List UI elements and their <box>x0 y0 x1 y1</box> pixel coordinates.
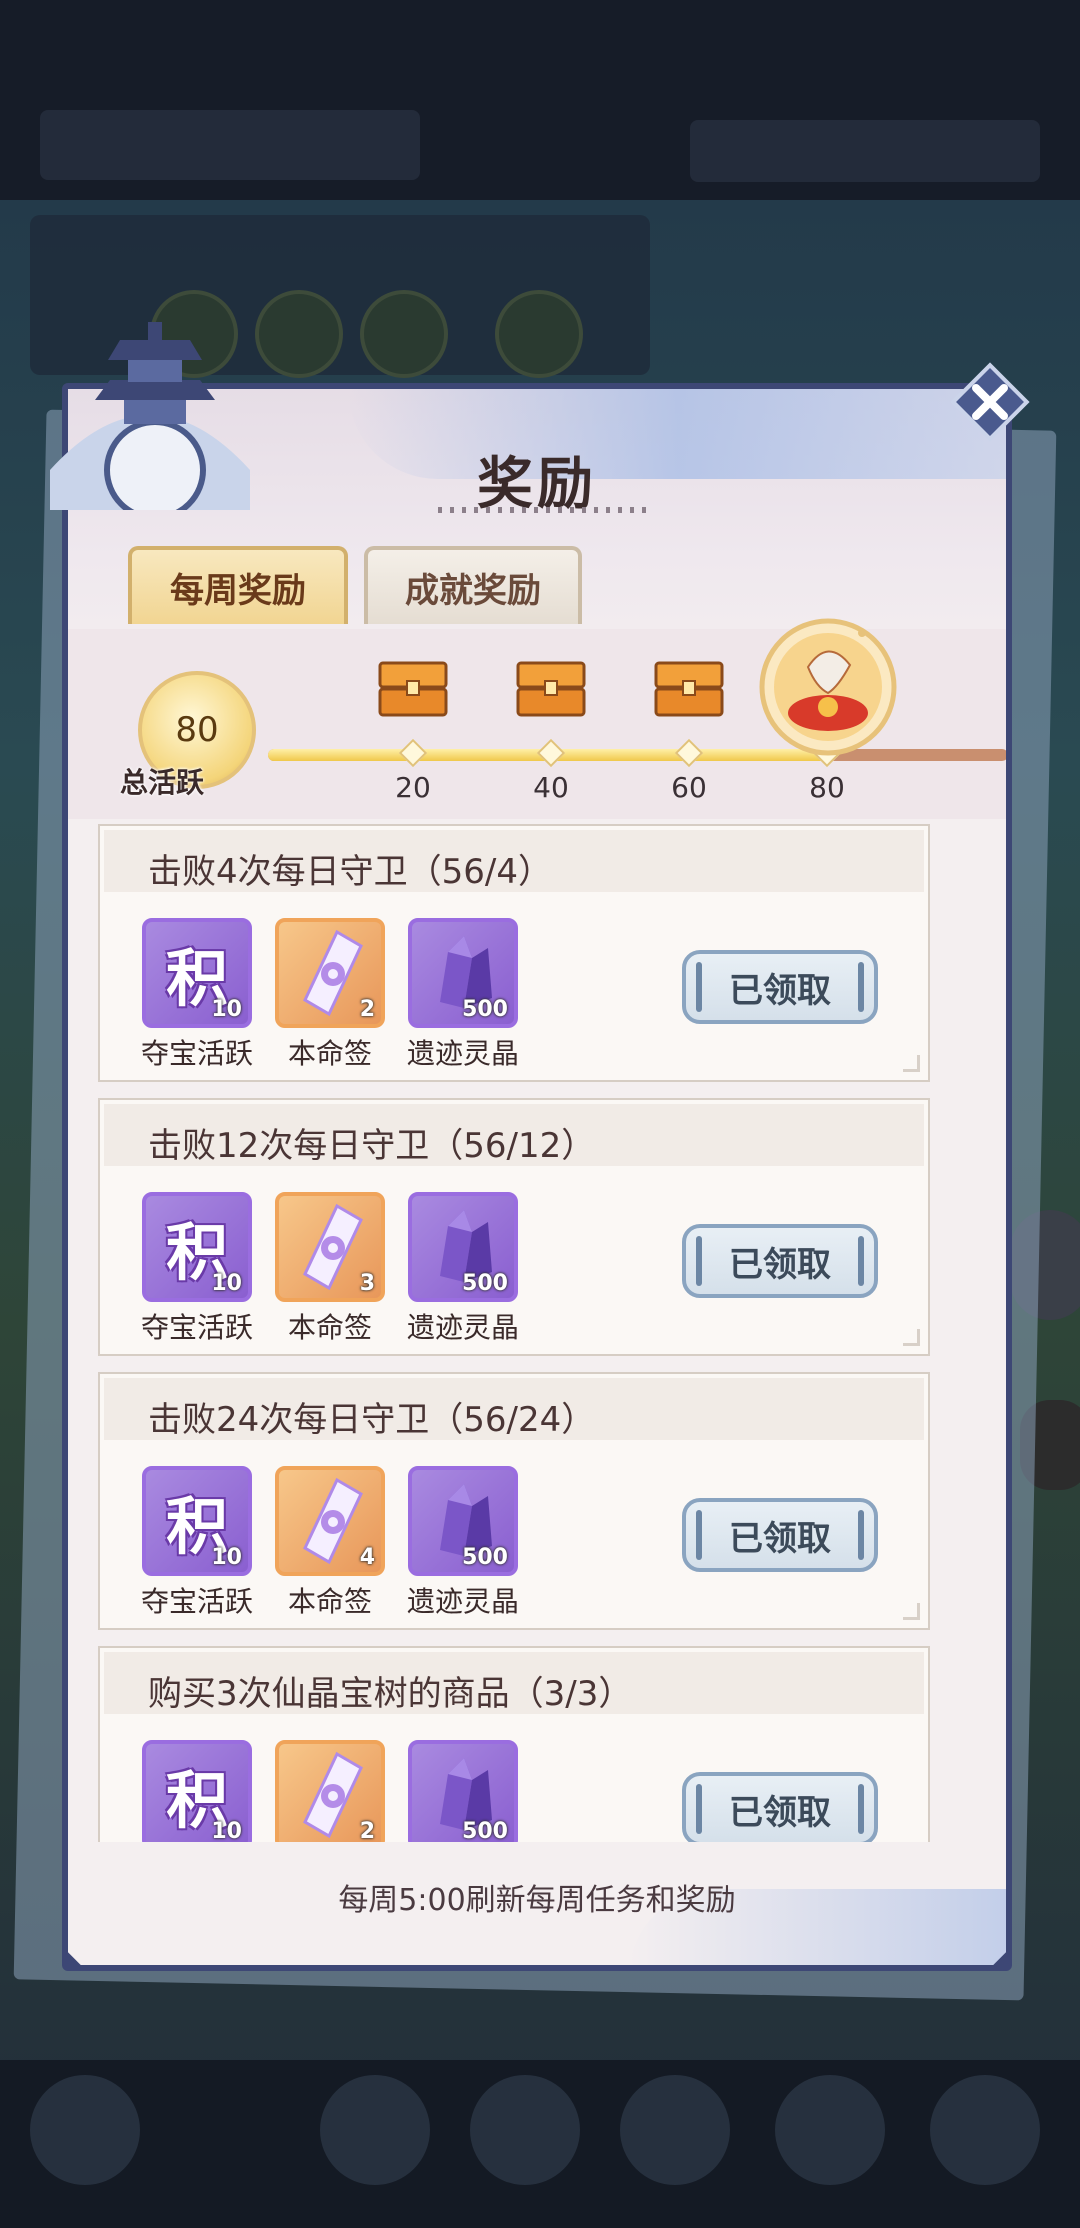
reward-name: 遗迹灵晶 <box>406 1585 519 1618</box>
claimed-button-label: 已领取 <box>729 1518 831 1559</box>
points-icon[interactable]: 积 10 <box>142 1192 252 1302</box>
reward-quantity: 500 <box>462 1545 508 1570</box>
points-icon[interactable]: 积 10 <box>142 918 252 1028</box>
background-check-icon <box>255 290 343 378</box>
reward-name: 本命签 <box>287 1311 372 1344</box>
claimed-button[interactable]: 已领取 <box>682 1772 878 1842</box>
reward-quantity: 4 <box>359 1545 375 1570</box>
reward-name: 本命签 <box>287 1037 372 1070</box>
tab-weekly-rewards[interactable]: 每周奖励 <box>128 546 348 624</box>
claimed-button[interactable]: 已领取 <box>682 950 878 1024</box>
close-icon[interactable] <box>950 362 1030 442</box>
background-check-icon <box>360 290 448 378</box>
task-title: 购买3次仙晶宝树的商品（3/3） <box>148 1674 633 1714</box>
talisman-icon[interactable]: 2 <box>275 918 385 1028</box>
reward-quantity: 500 <box>462 1271 508 1296</box>
background-event-title <box>40 110 420 180</box>
grand-reward-icon[interactable] <box>758 617 898 757</box>
total-activity-value: 80 <box>175 710 219 750</box>
crystal-icon[interactable]: 500 <box>408 1192 518 1302</box>
task-header: 购买3次仙晶宝树的商品（3/3） <box>104 1652 924 1714</box>
reward-name: 遗迹灵晶 <box>406 1311 519 1344</box>
chest-icon[interactable] <box>378 659 448 719</box>
reward-quantity: 2 <box>359 1819 375 1842</box>
reward-name: 遗迹灵晶 <box>406 1037 519 1070</box>
milestone-label: 20 <box>395 771 431 804</box>
milestone-label: 60 <box>671 771 707 804</box>
task-card: 击败4次每日守卫（56/4） 积 10 夺宝活跃 2 本命签 500 遗迹灵晶 已领取 <box>98 824 930 1082</box>
background-status-panel <box>690 120 1040 182</box>
tab-achievement-rewards[interactable]: 成就奖励 <box>364 546 582 624</box>
task-title: 击败4次每日守卫（56/4） <box>148 852 552 892</box>
crystal-icon[interactable]: 500 <box>408 1740 518 1842</box>
card-corner-ornament <box>903 1603 920 1620</box>
reward-quantity: 3 <box>359 1271 375 1296</box>
reward-name: 夺宝活跃 <box>140 1037 253 1070</box>
reward-quantity: 10 <box>211 1271 242 1296</box>
task-card: 击败24次每日守卫（56/24） 积 10 夺宝活跃 4 本命签 500 遗迹灵晶 已领取 <box>98 1372 930 1630</box>
task-header: 击败24次每日守卫（56/24） <box>104 1378 924 1440</box>
background-nav-icon <box>930 2075 1040 2185</box>
claimed-button-label: 已领取 <box>729 1792 831 1833</box>
milestone-label: 80 <box>809 771 845 804</box>
background-back-icon <box>30 2075 140 2185</box>
background-nav-icon <box>620 2075 730 2185</box>
claimed-button-label: 已领取 <box>729 1244 831 1285</box>
reward-quantity: 10 <box>211 997 242 1022</box>
background-nav-icon <box>470 2075 580 2185</box>
card-corner-ornament <box>903 1055 920 1072</box>
reward-quantity: 10 <box>211 1545 242 1570</box>
chest-icon[interactable] <box>654 659 724 719</box>
task-list[interactable]: 击败4次每日守卫（56/4）积 10 夺宝活跃 2 本命签 500 遗迹灵晶 已领取 击败12次… <box>98 824 978 1842</box>
talisman-icon[interactable]: 4 <box>275 1466 385 1576</box>
milestone-label: 40 <box>533 771 569 804</box>
crystal-icon[interactable]: 500 <box>408 918 518 1028</box>
background-nav-icon <box>320 2075 430 2185</box>
reward-quantity: 500 <box>462 997 508 1022</box>
total-activity-label: 总活跃 <box>120 766 205 799</box>
points-icon[interactable]: 积 10 <box>142 1740 252 1842</box>
frame-corner <box>68 1952 81 1965</box>
talisman-icon[interactable]: 2 <box>275 1740 385 1842</box>
task-card: 购买3次仙晶宝树的商品（3/3）积10夺宝活跃2本命签500遗迹灵晶已领取 <box>98 1646 930 1842</box>
reward-name: 本命签 <box>287 1585 372 1618</box>
refresh-note: 每周5:00刷新每周任务和奖励 <box>338 1883 736 1918</box>
task-title: 击败24次每日守卫（56/24） <box>148 1400 596 1440</box>
points-icon[interactable]: 积 10 <box>142 1466 252 1576</box>
task-card: 击败12次每日守卫（56/12） 积 10 夺宝活跃 3 本命签 500 遗迹灵晶 已领取 <box>98 1098 930 1356</box>
background-nav-icon <box>775 2075 885 2185</box>
task-header: 击败12次每日守卫（56/12） <box>104 1104 924 1166</box>
claimed-button[interactable]: 已领取 <box>682 1224 878 1298</box>
card-corner-ornament <box>903 1329 920 1346</box>
claimed-button-label: 已领取 <box>729 970 831 1011</box>
reward-quantity: 2 <box>359 997 375 1022</box>
pagoda-icon <box>50 322 250 510</box>
reward-quantity: 500 <box>462 1819 508 1842</box>
title-ornament <box>438 507 648 513</box>
reward-quantity: 10 <box>211 1819 242 1842</box>
crystal-icon[interactable]: 500 <box>408 1466 518 1576</box>
chest-icon[interactable] <box>516 659 586 719</box>
reward-name: 夺宝活跃 <box>140 1311 253 1344</box>
claimed-button[interactable]: 已领取 <box>682 1498 878 1572</box>
reward-name: 夺宝活跃 <box>140 1585 253 1618</box>
task-title: 击败12次每日守卫（56/12） <box>148 1126 596 1166</box>
rewards-modal: 奖励 每周奖励 成就奖励 80 总活跃 20 40 60 80 击败4次每日守卫… <box>62 383 1012 1971</box>
task-header: 击败4次每日守卫（56/4） <box>104 830 924 892</box>
talisman-icon[interactable]: 3 <box>275 1192 385 1302</box>
background-check-icon <box>495 290 583 378</box>
